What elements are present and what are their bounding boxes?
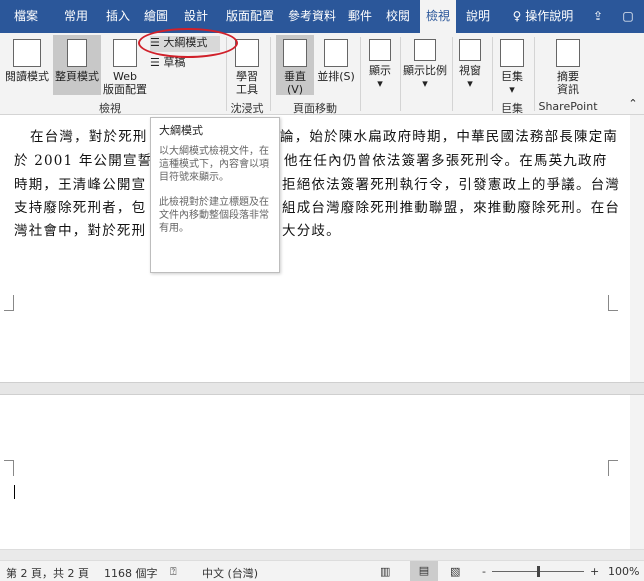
group-page-movement: 頁面移動 <box>293 102 337 115</box>
margin-corner <box>4 460 14 476</box>
magnifier-icon <box>414 39 436 61</box>
share-icon[interactable]: ⇪ <box>588 0 608 33</box>
text-cursor <box>14 485 15 499</box>
lightbulb-icon: ♀ <box>512 9 522 23</box>
macros-icon <box>500 39 524 67</box>
tab-review[interactable]: 校閱 <box>380 0 416 33</box>
document-area: 在台灣，對於死刑 論，始於陳水扁政府時期，中華民國法務部長陳定南 於 2001 … <box>0 115 644 560</box>
show-icon <box>369 39 391 61</box>
text-line: 在台灣，對於死刑 <box>30 129 148 145</box>
horizontal-scrollbar[interactable] <box>0 549 644 560</box>
comments-icon[interactable]: ▢ <box>618 0 638 33</box>
label: 顯示比例 <box>403 64 447 77</box>
side-by-side-button[interactable]: 並排(S) <box>316 35 356 95</box>
tab-view[interactable]: 檢視 <box>420 0 456 33</box>
ribbon: 閱讀模式 整頁模式 Web 版面配置 ☰ 大綱模式 ☰ 草稿 檢視 學習 工具 沈浸… <box>0 33 644 115</box>
tab-help[interactable]: 說明 <box>460 0 496 33</box>
show-button[interactable]: 顯示 ▾ <box>364 35 396 99</box>
outline-tooltip: 大綱模式 以大綱模式檢視文件，在這種模式下，內容會以項目符號來顯示。 此檢視對於… <box>150 117 280 273</box>
macros-button[interactable]: 巨集 ▾ <box>496 35 528 99</box>
page-count[interactable]: 第 2 頁，共 2 頁 <box>6 565 89 581</box>
label: 視窗 <box>459 64 481 77</box>
margin-corner <box>608 295 618 311</box>
language[interactable]: 中文 (台灣) <box>202 565 258 581</box>
vertical-scrollbar[interactable] <box>630 115 644 560</box>
tab-file[interactable]: 檔案 <box>6 0 46 33</box>
margin-corner <box>4 295 14 311</box>
label: 摘要 <box>557 70 579 83</box>
label: 版面配置 <box>103 83 147 96</box>
text-line: 他在任內仍曾依法簽署多張死刑令。在馬英九政府 <box>284 153 608 169</box>
side-by-side-icon <box>324 39 348 67</box>
summary-info-button[interactable]: 摘要 資訊 <box>548 35 588 99</box>
page-icon <box>67 39 87 67</box>
tab-references[interactable]: 參考資料 <box>282 0 342 33</box>
label: 並排(S) <box>317 70 355 83</box>
label: 垂直(V) <box>284 70 306 96</box>
tab-layout[interactable]: 版面配置 <box>220 0 280 33</box>
tooltip-title: 大綱模式 <box>159 124 203 137</box>
label: 草稿 <box>163 56 186 69</box>
text-line: 論，始於陳水扁政府時期，中華民國法務部長陳定南 <box>280 129 619 145</box>
collapse-ribbon-icon[interactable]: ⌃ <box>626 97 640 110</box>
tell-me-label: 操作說明 <box>525 9 574 23</box>
tab-insert[interactable]: 插入 <box>98 0 138 33</box>
label: Web <box>113 70 137 83</box>
text-line: 灣社會中，對於死刑 <box>14 223 147 239</box>
zoom-out-button[interactable]: - <box>482 565 486 578</box>
vertical-scroll-icon <box>283 39 307 67</box>
status-bar: 第 2 頁，共 2 頁 1168 個字 ⍰ 中文 (台灣) ▥ ▤ ▧ - + … <box>0 560 644 581</box>
text-line: 組成台灣廢除死刑推動聯盟，來推動廢除死刑。在台 <box>282 200 621 216</box>
group-immersive: 沈浸式 <box>230 102 264 115</box>
window-button[interactable]: 視窗 ▾ <box>455 35 485 99</box>
read-mode-icon[interactable]: ▥ <box>380 565 390 578</box>
zoom-slider-thumb[interactable] <box>537 566 540 577</box>
margin-corner <box>608 460 618 476</box>
zoom-in-button[interactable]: + <box>590 565 599 578</box>
label: 顯示 <box>369 64 391 77</box>
text-line: 支持廢除死刑者，包 <box>14 200 147 216</box>
label: 工具 <box>236 83 258 96</box>
group-macros: 巨集 <box>501 102 523 115</box>
label: 巨集 <box>501 70 523 83</box>
group-sharepoint: SharePoint <box>538 100 598 113</box>
book-icon <box>13 39 41 67</box>
text-line: 大分歧。 <box>282 223 341 239</box>
window-icon <box>459 39 481 61</box>
tell-me[interactable]: ♀ 操作說明 <box>502 0 584 33</box>
zoom-button[interactable]: 顯示比例 ▾ <box>402 35 448 99</box>
sharepoint-icon <box>556 39 580 67</box>
read-mode-button[interactable]: 閱讀模式 <box>3 35 51 95</box>
label: 學習 <box>236 70 258 83</box>
label: 整頁模式 <box>55 70 99 83</box>
web-page-icon <box>113 39 137 67</box>
word-count[interactable]: 1168 個字 <box>104 565 158 581</box>
vertical-button[interactable]: 垂直(V) <box>276 35 314 96</box>
proofing-icon[interactable]: ⍰ <box>170 565 177 579</box>
tab-mailings[interactable]: 郵件 <box>342 0 378 33</box>
text-line: 拒絕依法簽署死刑執行令，引發憲政上的爭議。台灣 <box>282 177 621 193</box>
draft-button[interactable]: ☰ 草稿 <box>150 56 210 72</box>
speaker-book-icon <box>235 39 259 67</box>
label: 資訊 <box>557 83 579 96</box>
text-line: 時期，王清峰公開宣 <box>14 177 147 193</box>
draft-icon: ☰ <box>150 56 160 69</box>
web-layout-icon[interactable]: ▧ <box>450 565 460 578</box>
page-break-gap <box>0 382 644 395</box>
tooltip-body: 此檢視對於建立標題及在文件內移動整個段落非常有用。 <box>159 197 269 234</box>
group-views: 檢視 <box>99 102 121 115</box>
print-layout-icon[interactable]: ▤ <box>410 561 438 581</box>
tooltip-body: 以大綱模式檢視文件，在這種模式下，內容會以項目符號來顯示。 <box>159 146 269 183</box>
zoom-level[interactable]: 100% <box>608 565 639 578</box>
text-line: 於 2001 年公開宣誓要 <box>14 153 168 169</box>
highlight-oval <box>138 28 238 58</box>
tab-home[interactable]: 常用 <box>56 0 96 33</box>
print-layout-button[interactable]: 整頁模式 <box>53 35 101 95</box>
ribbon-tabs: 檔案 常用 插入 繪圖 設計 版面配置 參考資料 郵件 校閱 檢視 說明 ♀ 操… <box>0 0 644 33</box>
label: 閱讀模式 <box>5 70 49 83</box>
